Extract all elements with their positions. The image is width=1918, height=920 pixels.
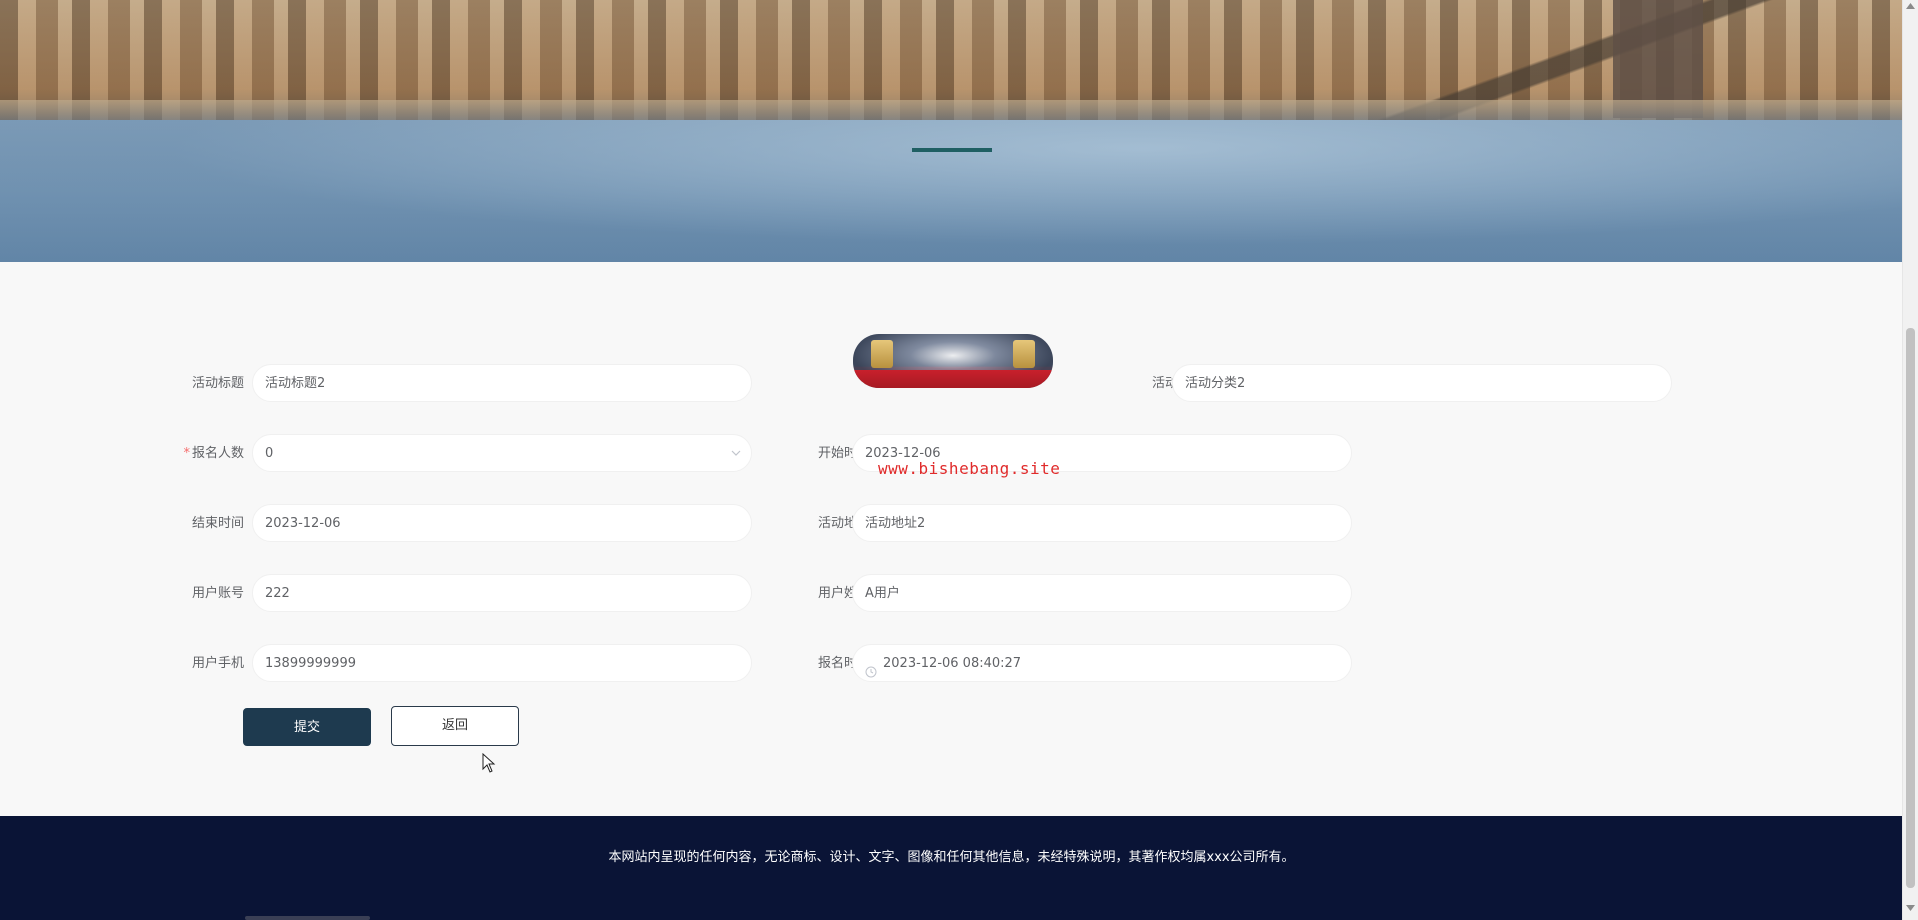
activity-address-input[interactable]: 活动地址2: [852, 504, 1352, 542]
user-name-input[interactable]: A用户: [852, 574, 1352, 612]
end-time-value: 2023-12-06: [265, 516, 341, 531]
back-button[interactable]: 返回: [391, 706, 519, 746]
user-phone-label: 用户手机: [191, 656, 244, 671]
user-account-label: 用户账号: [191, 586, 244, 601]
scroll-down-icon[interactable]: [1906, 904, 1915, 914]
activity-title-input[interactable]: 活动标题2: [252, 364, 752, 402]
cover-image-pillar-right: [1013, 340, 1035, 368]
end-time-label: 结束时间: [191, 516, 244, 531]
activity-title-label: 活动标题: [191, 376, 244, 391]
field-activity-title: 活动标题 活动标题2: [0, 364, 760, 404]
horizontal-scrollbar-thumb[interactable]: [245, 916, 370, 920]
scroll-up-icon[interactable]: [1906, 2, 1915, 12]
activity-address-value: 活动地址2: [865, 516, 926, 531]
field-end-time: 结束时间 2023-12-06: [0, 504, 760, 544]
field-activity-category: 活动分类 活动分类2: [1060, 364, 1680, 404]
hero-water: [0, 120, 1903, 262]
field-activity-address: 活动地址 活动地址2: [760, 504, 1360, 544]
signup-detail-form: 活动标题 活动标题2 封面 活动分类 活动分类2 *报名人数: [0, 262, 1903, 816]
chevron-down-icon[interactable]: [731, 435, 741, 471]
copyright-notice: 本网站内呈现的任何内容，无论商标、设计、文字、图像和任何其他信息，未经特殊说明，…: [608, 850, 1295, 865]
carousel-indicator[interactable]: [912, 148, 992, 152]
field-user-account: 用户账号 222: [0, 574, 760, 614]
mouse-pointer-icon: [482, 752, 496, 773]
field-user-name: 用户姓名 A用户: [760, 574, 1360, 614]
required-mark: *: [183, 446, 190, 461]
activity-category-input[interactable]: 活动分类2: [1172, 364, 1672, 402]
signup-count-value: 0: [265, 446, 274, 461]
clock-icon: [865, 656, 877, 678]
cover-image-floor: [853, 370, 1053, 388]
hero-banner: [0, 0, 1903, 262]
activity-title-value: 活动标题2: [265, 376, 326, 391]
activity-category-value: 活动分类2: [1185, 376, 1246, 391]
field-cover: 封面: [760, 334, 1060, 388]
field-signup-count: * 报名人数 0: [0, 434, 760, 474]
signup-count-select[interactable]: 0: [252, 434, 752, 472]
user-phone-value: 13899999999: [265, 656, 356, 671]
signup-count-label-wrap: * 报名人数: [150, 434, 244, 474]
user-phone-input[interactable]: 13899999999: [252, 644, 752, 682]
cover-image-pillar-left: [871, 340, 893, 368]
submit-button[interactable]: 提交: [243, 708, 371, 746]
user-account-value: 222: [265, 586, 290, 601]
field-signup-time: 报名时间 2023-12-06 08:40:27: [760, 644, 1360, 684]
vertical-scrollbar-thumb[interactable]: [1906, 328, 1915, 888]
field-user-phone: 用户手机 13899999999: [0, 644, 760, 684]
page: 活动标题 活动标题2 封面 活动分类 活动分类2 *报名人数: [0, 0, 1918, 920]
user-name-value: A用户: [865, 586, 900, 601]
signup-count-label: 报名人数: [191, 446, 244, 461]
signup-time-value: 2023-12-06 08:40:27: [883, 656, 1022, 671]
cover-image[interactable]: [853, 334, 1053, 388]
end-time-input[interactable]: 2023-12-06: [252, 504, 752, 542]
user-account-input[interactable]: 222: [252, 574, 752, 612]
vertical-scrollbar[interactable]: [1902, 0, 1918, 920]
site-footer: 本网站内呈现的任何内容，无论商标、设计、文字、图像和任何其他信息，未经特殊说明，…: [0, 816, 1903, 920]
signup-time-input[interactable]: 2023-12-06 08:40:27: [852, 644, 1352, 682]
hero-shoreline: [0, 100, 1903, 122]
watermark-text: www.bishebang.site: [878, 459, 1061, 478]
